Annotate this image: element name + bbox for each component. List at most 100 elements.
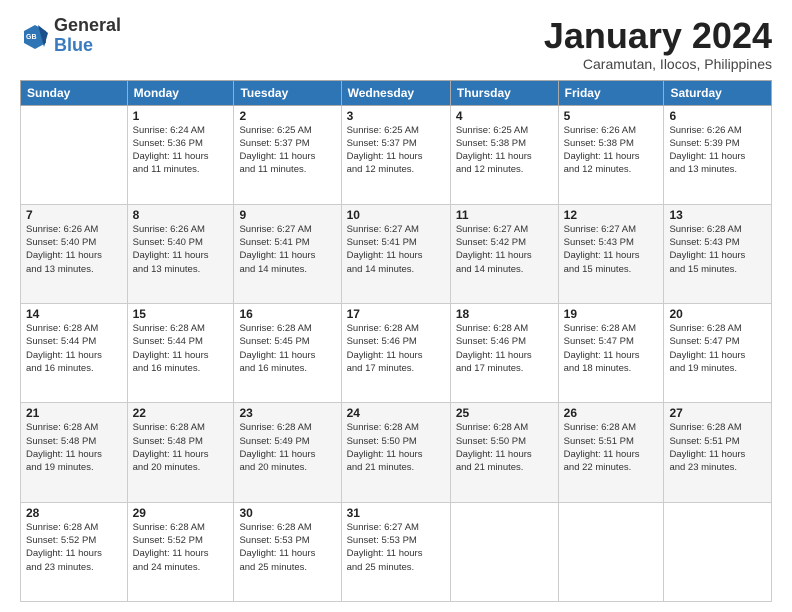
day-number: 14 (26, 307, 122, 321)
day-info: Sunrise: 6:27 AM Sunset: 5:41 PM Dayligh… (347, 223, 445, 276)
svg-text:GB: GB (26, 34, 37, 41)
calendar-cell (450, 502, 558, 601)
calendar-cell: 9Sunrise: 6:27 AM Sunset: 5:41 PM Daylig… (234, 204, 341, 303)
logo-general: General (54, 16, 121, 36)
calendar-week-0: 1Sunrise: 6:24 AM Sunset: 5:36 PM Daylig… (21, 105, 772, 204)
day-info: Sunrise: 6:28 AM Sunset: 5:52 PM Dayligh… (26, 521, 122, 574)
day-info: Sunrise: 6:28 AM Sunset: 5:46 PM Dayligh… (347, 322, 445, 375)
month-title: January 2024 (544, 16, 772, 56)
logo-icon: GB (20, 21, 50, 51)
calendar-header: Sunday Monday Tuesday Wednesday Thursday… (21, 80, 772, 105)
header-tuesday: Tuesday (234, 80, 341, 105)
calendar-cell: 14Sunrise: 6:28 AM Sunset: 5:44 PM Dayli… (21, 304, 128, 403)
weekday-row: Sunday Monday Tuesday Wednesday Thursday… (21, 80, 772, 105)
calendar-week-1: 7 Sunrise: 6:26 AM Sunset: 5:40 PM Daylig… (21, 204, 772, 303)
day-number: 9 (239, 208, 335, 222)
day-info: Sunrise: 6:27 AM Sunset: 5:53 PM Dayligh… (347, 521, 445, 574)
day-number: 17 (347, 307, 445, 321)
calendar-cell: 2Sunrise: 6:25 AM Sunset: 5:37 PM Daylig… (234, 105, 341, 204)
day-number: 24 (347, 406, 445, 420)
day-info: Sunrise: 6:28 AM Sunset: 5:50 PM Dayligh… (456, 421, 553, 474)
header-wednesday: Wednesday (341, 80, 450, 105)
calendar-cell: 12Sunrise: 6:27 AM Sunset: 5:43 PM Dayli… (558, 204, 664, 303)
day-number: 29 (133, 506, 229, 520)
day-number: 19 (564, 307, 659, 321)
calendar-cell: 27Sunrise: 6:28 AM Sunset: 5:51 PM Dayli… (664, 403, 772, 502)
calendar-cell: 19Sunrise: 6:28 AM Sunset: 5:47 PM Dayli… (558, 304, 664, 403)
day-number: 13 (669, 208, 766, 222)
logo-blue: Blue (54, 36, 121, 56)
calendar-cell: 11Sunrise: 6:27 AM Sunset: 5:42 PM Dayli… (450, 204, 558, 303)
calendar-cell (664, 502, 772, 601)
day-info: Sunrise: 6:26 AM Sunset: 5:38 PM Dayligh… (564, 124, 659, 177)
header-monday: Monday (127, 80, 234, 105)
calendar-cell: 20Sunrise: 6:28 AM Sunset: 5:47 PM Dayli… (664, 304, 772, 403)
day-info: Sunrise: 6:28 AM Sunset: 5:49 PM Dayligh… (239, 421, 335, 474)
day-info: Sunrise: 6:28 AM Sunset: 5:51 PM Dayligh… (669, 421, 766, 474)
header-sunday: Sunday (21, 80, 128, 105)
calendar-cell: 28Sunrise: 6:28 AM Sunset: 5:52 PM Dayli… (21, 502, 128, 601)
day-number: 31 (347, 506, 445, 520)
calendar-cell: 24Sunrise: 6:28 AM Sunset: 5:50 PM Dayli… (341, 403, 450, 502)
day-number: 22 (133, 406, 229, 420)
calendar-cell: 5Sunrise: 6:26 AM Sunset: 5:38 PM Daylig… (558, 105, 664, 204)
day-info: Sunrise: 6:28 AM Sunset: 5:43 PM Dayligh… (669, 223, 766, 276)
day-info: Sunrise: 6:25 AM Sunset: 5:37 PM Dayligh… (347, 124, 445, 177)
day-number: 27 (669, 406, 766, 420)
header: GB General Blue January 2024 Caramutan, … (20, 16, 772, 72)
day-number: 4 (456, 109, 553, 123)
day-number: 28 (26, 506, 122, 520)
day-number: 7 (26, 208, 122, 222)
day-number: 2 (239, 109, 335, 123)
day-number: 23 (239, 406, 335, 420)
day-number: 18 (456, 307, 553, 321)
page: GB General Blue January 2024 Caramutan, … (0, 0, 792, 612)
day-number: 25 (456, 406, 553, 420)
day-number: 1 (133, 109, 229, 123)
day-info: Sunrise: 6:28 AM Sunset: 5:52 PM Dayligh… (133, 521, 229, 574)
calendar-cell: 30Sunrise: 6:28 AM Sunset: 5:53 PM Dayli… (234, 502, 341, 601)
calendar-cell: 15Sunrise: 6:28 AM Sunset: 5:44 PM Dayli… (127, 304, 234, 403)
day-info: Sunrise: 6:27 AM Sunset: 5:41 PM Dayligh… (239, 223, 335, 276)
location: Caramutan, Ilocos, Philippines (544, 56, 772, 72)
calendar-cell: 29Sunrise: 6:28 AM Sunset: 5:52 PM Dayli… (127, 502, 234, 601)
calendar-cell: 6Sunrise: 6:26 AM Sunset: 5:39 PM Daylig… (664, 105, 772, 204)
calendar-cell: 4Sunrise: 6:25 AM Sunset: 5:38 PM Daylig… (450, 105, 558, 204)
day-number: 20 (669, 307, 766, 321)
day-info: Sunrise: 6:28 AM Sunset: 5:48 PM Dayligh… (133, 421, 229, 474)
day-info: Sunrise: 6:28 AM Sunset: 5:46 PM Dayligh… (456, 322, 553, 375)
calendar-week-4: 28Sunrise: 6:28 AM Sunset: 5:52 PM Dayli… (21, 502, 772, 601)
day-info: Sunrise: 6:28 AM Sunset: 5:47 PM Dayligh… (669, 322, 766, 375)
day-number: 8 (133, 208, 229, 222)
calendar-week-2: 14Sunrise: 6:28 AM Sunset: 5:44 PM Dayli… (21, 304, 772, 403)
calendar-cell: 17Sunrise: 6:28 AM Sunset: 5:46 PM Dayli… (341, 304, 450, 403)
day-info: Sunrise: 6:26 AM Sunset: 5:40 PM Dayligh… (133, 223, 229, 276)
header-thursday: Thursday (450, 80, 558, 105)
title-section: January 2024 Caramutan, Ilocos, Philippi… (544, 16, 772, 72)
day-number: 3 (347, 109, 445, 123)
day-info: Sunrise: 6:27 AM Sunset: 5:43 PM Dayligh… (564, 223, 659, 276)
day-number: 5 (564, 109, 659, 123)
calendar-cell: 22Sunrise: 6:28 AM Sunset: 5:48 PM Dayli… (127, 403, 234, 502)
calendar-cell: 31Sunrise: 6:27 AM Sunset: 5:53 PM Dayli… (341, 502, 450, 601)
day-number: 10 (347, 208, 445, 222)
day-number: 11 (456, 208, 553, 222)
calendar: Sunday Monday Tuesday Wednesday Thursday… (20, 80, 772, 602)
calendar-cell: 25Sunrise: 6:28 AM Sunset: 5:50 PM Dayli… (450, 403, 558, 502)
calendar-cell: 23Sunrise: 6:28 AM Sunset: 5:49 PM Dayli… (234, 403, 341, 502)
calendar-cell (21, 105, 128, 204)
logo: GB General Blue (20, 16, 121, 56)
day-info: Sunrise: 6:28 AM Sunset: 5:44 PM Dayligh… (26, 322, 122, 375)
calendar-cell: 7Sunrise: 6:26 AM Sunset: 5:40 PM Daylig… (21, 204, 128, 303)
day-info: Sunrise: 6:28 AM Sunset: 5:53 PM Dayligh… (239, 521, 335, 574)
day-info: Sunrise: 6:28 AM Sunset: 5:47 PM Dayligh… (564, 322, 659, 375)
day-number: 6 (669, 109, 766, 123)
day-info: Sunrise: 6:27 AM Sunset: 5:42 PM Dayligh… (456, 223, 553, 276)
calendar-cell: 18Sunrise: 6:28 AM Sunset: 5:46 PM Dayli… (450, 304, 558, 403)
calendar-cell: 10Sunrise: 6:27 AM Sunset: 5:41 PM Dayli… (341, 204, 450, 303)
day-info: Sunrise: 6:25 AM Sunset: 5:38 PM Dayligh… (456, 124, 553, 177)
day-number: 26 (564, 406, 659, 420)
calendar-cell: 16Sunrise: 6:28 AM Sunset: 5:45 PM Dayli… (234, 304, 341, 403)
day-info: Sunrise: 6:28 AM Sunset: 5:51 PM Dayligh… (564, 421, 659, 474)
logo-text: General Blue (54, 16, 121, 56)
